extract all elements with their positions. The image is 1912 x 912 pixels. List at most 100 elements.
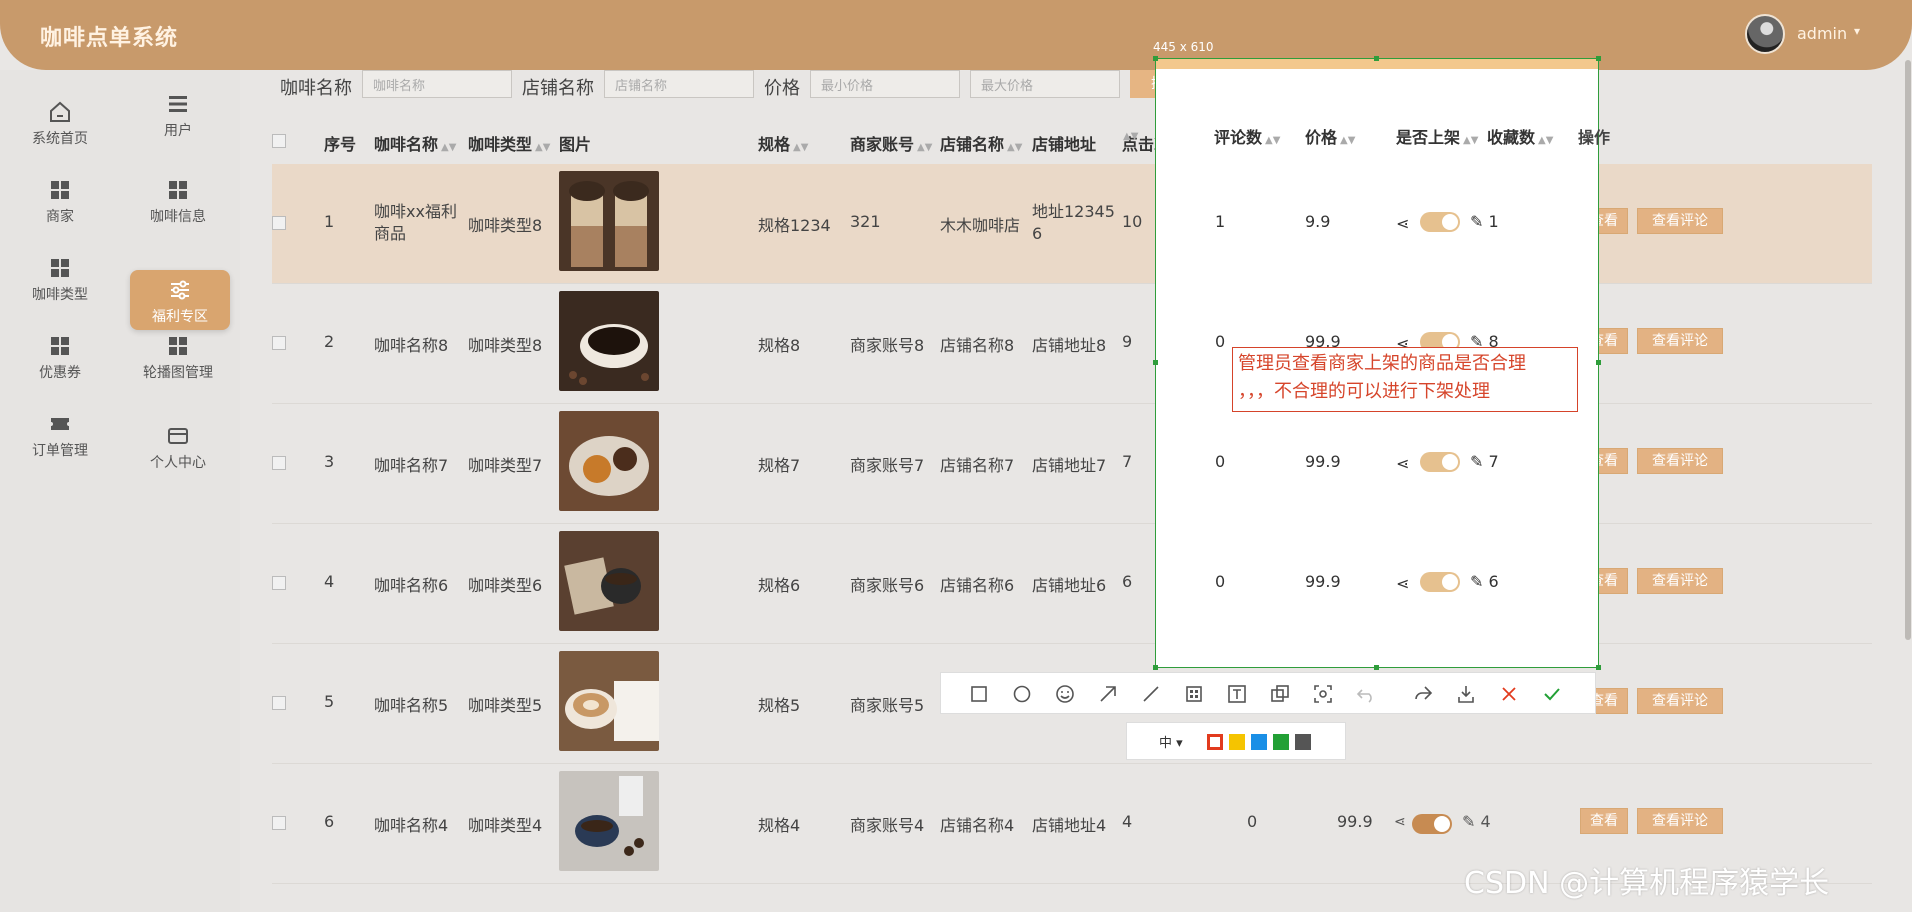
sort-icon[interactable]: ▲▼ xyxy=(441,142,456,153)
sort-icon[interactable]: ▲▼ xyxy=(1265,135,1280,146)
ellipse-tool-icon[interactable] xyxy=(1010,682,1034,706)
view-comments-button[interactable]: 查看评论 xyxy=(1637,568,1723,594)
sidebar-item-welfare[interactable]: 福利专区 xyxy=(130,270,230,330)
header-favorites[interactable]: 收藏数 ▲▼ xyxy=(1487,124,1553,148)
listed-toggle[interactable] xyxy=(1420,572,1460,592)
sort-icon[interactable]: ▲▼ xyxy=(1007,142,1022,153)
row-checkbox[interactable] xyxy=(272,576,286,590)
sort-icon[interactable]: ▲▼ xyxy=(793,142,808,153)
sidebar-item-profile[interactable]: 个人中心 xyxy=(128,416,228,480)
font-size-select[interactable]: 中 ▾ xyxy=(1159,732,1183,751)
sort-icon[interactable]: ▲▼ xyxy=(917,142,932,153)
resize-handle[interactable] xyxy=(1596,665,1601,670)
user-name[interactable]: admin xyxy=(1797,24,1847,43)
row-checkbox[interactable] xyxy=(272,336,286,350)
view-comments-button[interactable]: 查看评论 xyxy=(1637,808,1723,834)
arrow-tool-icon[interactable] xyxy=(1096,682,1120,706)
text-tool-icon[interactable] xyxy=(1225,682,1249,706)
color-swatch-green[interactable] xyxy=(1273,734,1289,750)
row-checkbox[interactable] xyxy=(272,696,286,710)
product-image[interactable] xyxy=(559,411,659,511)
resize-handle[interactable] xyxy=(1596,360,1601,365)
sidebar-item-carousel[interactable]: 轮播图管理 xyxy=(128,326,228,390)
resize-handle[interactable] xyxy=(1596,56,1601,61)
share-icon[interactable]: ⋖ xyxy=(1396,454,1409,473)
table-row[interactable]: 1 咖啡xx福利 商品 咖啡类型8 规格1234 321 木木咖啡店 地址1234… xyxy=(272,164,1872,284)
max-price-input[interactable]: 最大价格 xyxy=(970,70,1120,98)
sort-icon[interactable]: ▲▼ xyxy=(1463,135,1478,146)
ocr-tool-icon[interactable] xyxy=(1311,682,1335,706)
header-comments[interactable]: 评论数 ▲▼ xyxy=(1214,124,1280,148)
sidebar-item-home[interactable]: 系统首页 xyxy=(10,92,110,156)
resize-handle[interactable] xyxy=(1153,360,1158,365)
select-all-checkbox[interactable] xyxy=(272,134,286,148)
min-price-input[interactable]: 最小价格 xyxy=(810,70,960,98)
view-comments-button[interactable]: 查看评论 xyxy=(1637,208,1723,234)
sort-icon[interactable]: ▲▼ xyxy=(1340,135,1355,146)
sidebar-item-orders[interactable]: 订单管理 xyxy=(10,404,110,468)
sliders-icon xyxy=(171,280,189,300)
resize-handle[interactable] xyxy=(1374,56,1379,61)
user-avatar[interactable] xyxy=(1745,14,1785,54)
listed-toggle[interactable] xyxy=(1412,814,1452,834)
listed-toggle[interactable] xyxy=(1420,212,1460,232)
header-name[interactable]: 咖啡名称 ▲▼ xyxy=(374,131,456,155)
annotation-textbox[interactable]: 管理员查看商家上架的商品是否合理 ，，，不合理的可以进行下架处理 xyxy=(1232,347,1578,412)
sort-icon[interactable]: ▲▼ xyxy=(1123,131,1138,142)
listed-toggle[interactable] xyxy=(1420,452,1460,472)
sidebar-item-coffee-info[interactable]: 咖啡信息 xyxy=(128,170,228,234)
resize-handle[interactable] xyxy=(1153,56,1158,61)
share-icon[interactable]: ⋖ xyxy=(1394,814,1406,830)
view-comments-button[interactable]: 查看评论 xyxy=(1637,448,1723,474)
row-checkbox[interactable] xyxy=(272,816,286,830)
coffee-name-input[interactable]: 咖啡名称 xyxy=(362,70,512,98)
scrollbar[interactable] xyxy=(1905,60,1911,640)
product-image[interactable] xyxy=(559,291,659,391)
save-icon[interactable] xyxy=(1454,682,1478,706)
sidebar-item-users[interactable]: 用户 xyxy=(128,84,228,148)
header-shop[interactable]: 店铺名称 ▲▼ xyxy=(940,131,1022,155)
share-icon[interactable] xyxy=(1411,682,1435,706)
header-merchant[interactable]: 商家账号 ▲▼ xyxy=(850,131,932,155)
view-comments-button[interactable]: 查看评论 xyxy=(1637,328,1723,354)
pin-tool-icon[interactable] xyxy=(1268,682,1292,706)
sidebar-item-merchant[interactable]: 商家 xyxy=(10,170,110,234)
check-icon[interactable] xyxy=(1540,682,1564,706)
color-swatch-gray[interactable] xyxy=(1295,734,1311,750)
header-listed[interactable]: 是否上架 ▲▼ xyxy=(1396,124,1478,148)
mosaic-tool-icon[interactable] xyxy=(1182,682,1206,706)
shop-name-input[interactable]: 店铺名称 xyxy=(604,70,754,98)
color-swatch-yellow[interactable] xyxy=(1229,734,1245,750)
sort-icon[interactable]: ▲▼ xyxy=(1538,135,1553,146)
product-image[interactable] xyxy=(559,651,659,751)
color-swatch-red[interactable] xyxy=(1207,734,1223,750)
row-checkbox[interactable] xyxy=(272,216,286,230)
sidebar-item-coffee-type[interactable]: 咖啡类型 xyxy=(10,248,110,312)
row-checkbox[interactable] xyxy=(272,456,286,470)
color-swatch-blue[interactable] xyxy=(1251,734,1267,750)
share-icon[interactable]: ⋖ xyxy=(1396,214,1409,233)
product-image[interactable] xyxy=(559,171,659,271)
header-price[interactable]: 价格 ▲▼ xyxy=(1305,124,1355,148)
share-icon[interactable]: ⋖ xyxy=(1396,574,1409,593)
header-type[interactable]: 咖啡类型 ▲▼ xyxy=(468,131,550,155)
sidebar-item-coupon[interactable]: 优惠券 xyxy=(10,326,110,390)
emoji-tool-icon[interactable] xyxy=(1053,682,1077,706)
product-image[interactable] xyxy=(559,531,659,631)
resize-handle[interactable] xyxy=(1153,665,1158,670)
rectangle-tool-icon[interactable] xyxy=(967,682,991,706)
table-row[interactable]: 2 咖啡名称8 咖啡类型8 规格8 商家账号8 店铺名称8 店铺地址8 9 xyxy=(272,284,1872,404)
product-image[interactable] xyxy=(559,771,659,871)
undo-icon[interactable] xyxy=(1354,682,1378,706)
table-row[interactable]: 3 咖啡名称7 咖啡类型7 规格7 商家账号7 店铺名称7 店铺地址7 7 xyxy=(272,404,1872,524)
resize-handle[interactable] xyxy=(1374,665,1379,670)
view-comments-button[interactable]: 查看评论 xyxy=(1637,688,1723,714)
view-button[interactable]: 查看 xyxy=(1580,808,1628,834)
header-address[interactable]: 店铺地址 xyxy=(1032,131,1096,155)
close-icon[interactable] xyxy=(1497,682,1521,706)
table-row[interactable]: 4 咖啡名称6 咖啡类型6 规格6 商家账号6 店铺名称6 店铺地址6 6 xyxy=(272,524,1872,644)
header-spec[interactable]: 规格 ▲▼ xyxy=(758,131,808,155)
line-tool-icon[interactable] xyxy=(1139,682,1163,706)
chevron-down-icon[interactable]: ▾ xyxy=(1854,24,1860,38)
sort-icon[interactable]: ▲▼ xyxy=(535,142,550,153)
